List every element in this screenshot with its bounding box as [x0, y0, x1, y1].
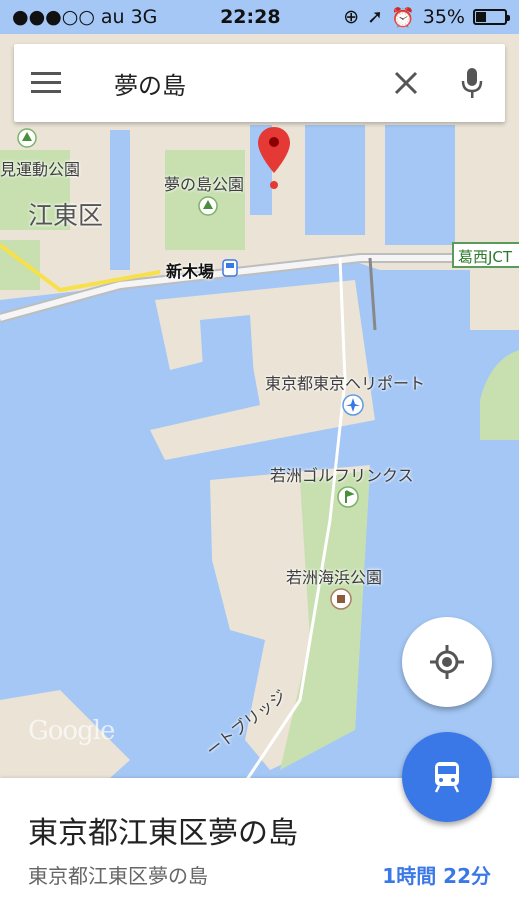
map-label-sports-park: 見運動公園: [0, 160, 81, 179]
my-location-button[interactable]: [402, 617, 492, 707]
menu-button[interactable]: [14, 44, 78, 122]
google-attribution: Google: [28, 716, 115, 746]
rotation-lock-icon: ⊕: [343, 6, 360, 28]
search-input[interactable]: 夢の島: [78, 66, 373, 101]
crosshair-icon: [430, 645, 464, 679]
map-label-seaside-park: 若洲海浜公園: [286, 568, 383, 587]
location-arrow-icon: ➚: [367, 6, 384, 28]
hamburger-icon: [31, 72, 61, 93]
golf-icon[interactable]: [337, 486, 359, 508]
signal-strength: ●●●○○: [12, 6, 95, 28]
carrier: au: [100, 6, 125, 28]
train-icon: [434, 762, 460, 793]
map-label-station: 新木場: [166, 262, 215, 281]
battery-percent: 35%: [422, 6, 465, 28]
train-station-icon[interactable]: [222, 259, 238, 277]
directions-button[interactable]: [402, 732, 492, 822]
map-label-heliport: 東京都東京ヘリポート: [265, 374, 426, 393]
park-poi-icon[interactable]: [198, 196, 218, 216]
location-pin-icon[interactable]: [256, 125, 292, 193]
search-bar[interactable]: 夢の島: [14, 44, 505, 122]
clear-button[interactable]: [373, 44, 439, 122]
battery-icon: [472, 9, 510, 25]
microphone-icon: [461, 68, 483, 98]
place-title: 東京都江東区夢の島: [28, 816, 298, 851]
park-poi-icon[interactable]: [330, 588, 352, 610]
place-address: 東京都江東区夢の島: [28, 864, 208, 888]
clock: 22:28: [220, 6, 281, 28]
travel-time: 1時間 22分: [382, 864, 491, 888]
network-type: 3G: [130, 6, 158, 28]
alarm-icon: ⏰: [391, 6, 415, 29]
airport-icon[interactable]: [342, 394, 364, 416]
map-label-yumenoshima-park: 夢の島公園: [164, 175, 245, 194]
status-bar: ●●●○○ au 3G 22:28 ⊕ ➚ ⏰ 35%: [0, 0, 519, 34]
voice-search-button[interactable]: [439, 44, 505, 122]
map-label-golf: 若洲ゴルフリンクス: [270, 466, 414, 485]
park-poi-icon[interactable]: [17, 128, 37, 148]
map-label-ward: 江東区: [28, 201, 104, 230]
map-label-jct: 葛西JCT: [452, 242, 519, 268]
close-icon: [394, 71, 418, 95]
